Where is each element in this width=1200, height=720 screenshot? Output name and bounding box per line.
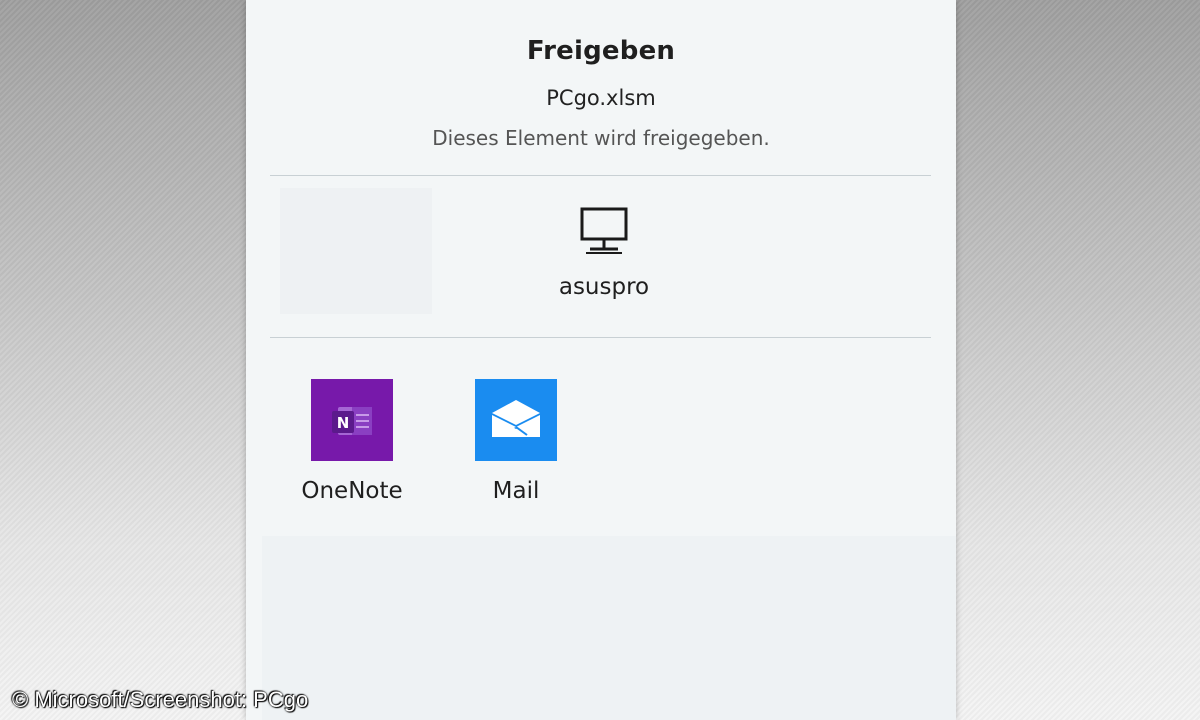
- app-label-mail: Mail: [492, 478, 540, 504]
- svg-text:N: N: [337, 414, 350, 432]
- onenote-tile: N: [311, 379, 393, 461]
- share-panel: Freigeben PCgo.xlsm Dieses Element wird …: [246, 0, 956, 720]
- app-mail[interactable]: Mail: [456, 378, 576, 508]
- share-panel-empty-area: [262, 536, 956, 720]
- onenote-icon: N: [332, 407, 372, 435]
- copyright-watermark: © Microsoft/Screenshot: PCgo: [12, 687, 309, 712]
- mail-icon: [492, 400, 540, 437]
- divider-top: [270, 175, 931, 176]
- app-onenote[interactable]: N OneNote: [292, 378, 412, 508]
- share-title: Freigeben: [526, 36, 676, 66]
- device-placeholder: [280, 188, 432, 314]
- desktop-pc-icon: [580, 207, 628, 254]
- share-subtitle: Dieses Element wird freigegeben.: [432, 126, 770, 150]
- app-label-onenote: OneNote: [301, 478, 403, 504]
- device-label: asuspro: [558, 274, 650, 300]
- nearby-device-asuspro[interactable]: asuspro: [542, 196, 666, 314]
- shared-file-name: PCgo.xlsm: [546, 86, 656, 110]
- mail-tile: [475, 379, 557, 461]
- divider-middle: [270, 337, 931, 338]
